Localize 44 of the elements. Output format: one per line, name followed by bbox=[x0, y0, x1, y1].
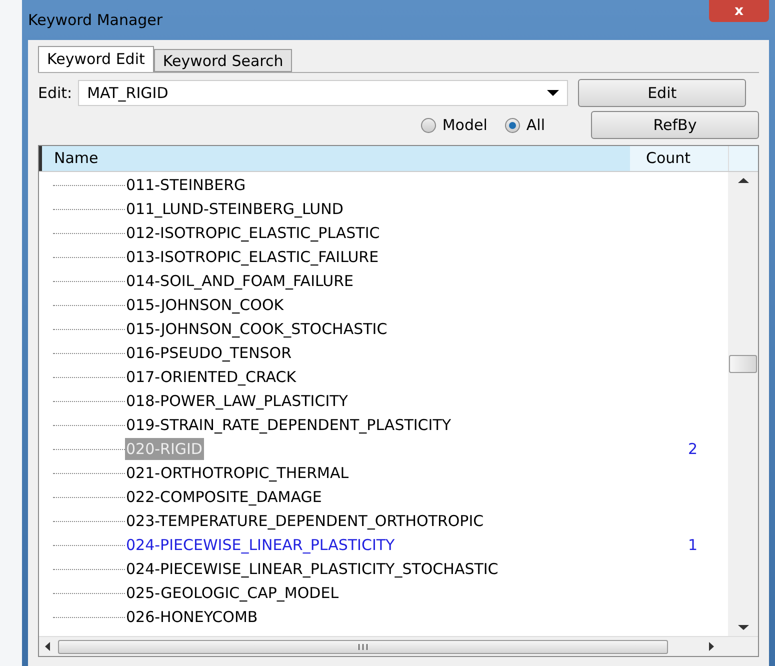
keyword-item[interactable]: 025-GEOLOGIC_CAP_MODEL bbox=[125, 582, 340, 604]
keyword-item[interactable]: 017-ORIENTED_CRACK bbox=[125, 366, 298, 388]
keyword-dropdown[interactable]: MAT_RIGID bbox=[78, 80, 568, 106]
keyword-item[interactable]: 013-ISOTROPIC_ELASTIC_FAILURE bbox=[125, 246, 380, 268]
radio-label: All bbox=[526, 114, 545, 136]
close-button[interactable]: x bbox=[709, 0, 769, 22]
keyword-item[interactable]: 026-HONEYCOMB bbox=[125, 606, 259, 628]
keyword-item[interactable]: 011-STEINBERG bbox=[125, 174, 247, 196]
scroll-thumb[interactable] bbox=[729, 355, 757, 373]
keyword-item[interactable]: 015-JOHNSON_COOK_STOCHASTIC bbox=[125, 318, 388, 340]
horizontal-scrollbar[interactable] bbox=[39, 636, 758, 656]
count-value: 1 bbox=[688, 534, 699, 556]
dropdown-caret-icon bbox=[547, 90, 560, 96]
keyword-item[interactable]: 024-PIECEWISE_LINEAR_PLASTICITY_STOCHASTIC bbox=[125, 558, 500, 580]
keyword-item[interactable]: 012-ISOTROPIC_ELASTIC_PLASTIC bbox=[125, 222, 381, 244]
column-header[interactable]: Count bbox=[630, 146, 728, 171]
refby-button[interactable]: RefBy bbox=[591, 111, 759, 139]
window-title: Keyword Manager bbox=[28, 10, 163, 31]
scroll-right-icon bbox=[709, 642, 714, 651]
keyword-item[interactable]: 021-ORTHOTROPIC_THERMAL bbox=[125, 462, 350, 484]
radio-button[interactable] bbox=[421, 118, 436, 132]
tab[interactable]: Keyword Search bbox=[154, 49, 292, 72]
keyword-item[interactable]: 015-JOHNSON_COOK bbox=[125, 294, 285, 316]
vertical-scrollbar[interactable] bbox=[728, 172, 758, 636]
keyword-item[interactable]: 019-STRAIN_RATE_DEPENDENT_PLASTICITY bbox=[125, 414, 452, 436]
scroll-left-icon bbox=[45, 642, 50, 651]
column-header[interactable]: Name bbox=[39, 146, 630, 171]
scroll-up-icon bbox=[738, 178, 748, 183]
grip-icon bbox=[358, 644, 368, 650]
count-value: 2 bbox=[688, 438, 699, 460]
edit-button[interactable]: Edit bbox=[578, 79, 746, 107]
tab[interactable]: Keyword Edit bbox=[38, 46, 154, 72]
keyword-item[interactable]: 022-COMPOSITE_DAMAGE bbox=[125, 486, 323, 508]
edit-label: Edit: bbox=[38, 82, 72, 104]
keyword-item[interactable]: 023-TEMPERATURE_DEPENDENT_ORTHOTROPIC bbox=[125, 510, 485, 532]
keyword-item[interactable]: 014-SOIL_AND_FOAM_FAILURE bbox=[125, 270, 354, 292]
scroll-down-icon bbox=[738, 625, 748, 630]
keyword-item[interactable]: 016-PSEUDO_TENSOR bbox=[125, 342, 293, 364]
keyword-item[interactable]: 018-POWER_LAW_PLASTICITY bbox=[125, 390, 349, 412]
keyword-item[interactable]: 024-PIECEWISE_LINEAR_PLASTICITY bbox=[125, 534, 396, 556]
radio-label: Model bbox=[442, 114, 488, 136]
scroll-thumb[interactable] bbox=[58, 640, 668, 654]
keyword-item[interactable]: 011_LUND-STEINBERG_LUND bbox=[125, 198, 344, 220]
radio-button[interactable] bbox=[505, 118, 520, 132]
